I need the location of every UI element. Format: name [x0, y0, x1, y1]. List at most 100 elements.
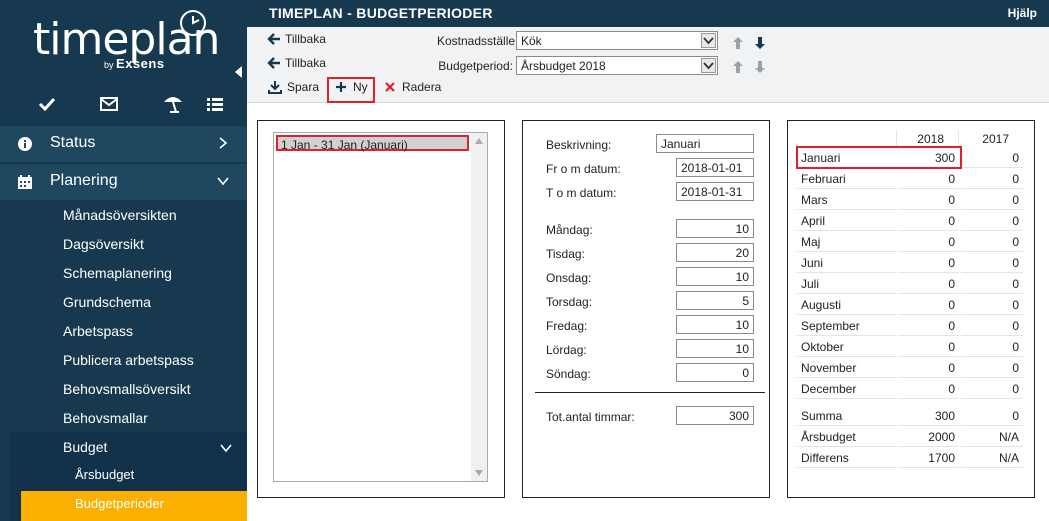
download-icon: [268, 81, 282, 94]
from-date-input[interactable]: 2018-01-01: [676, 158, 754, 177]
day-label: Söndag:: [546, 367, 591, 381]
new-button[interactable]: Ny: [333, 80, 368, 94]
table-row: September 0 0: [797, 317, 1023, 336]
list-icon[interactable]: [203, 92, 227, 116]
period-form-panel: Beskrivning: Januari Fr o m datum: 2018-…: [522, 120, 770, 498]
summary-row: Differens 1700 N/A: [797, 449, 1023, 468]
table-row: Juni 0 0: [797, 254, 1023, 273]
column-header-2018: 2018: [899, 130, 959, 147]
description-input[interactable]: Januari: [656, 134, 754, 153]
divider: [535, 392, 765, 393]
table-row: Augusti 0 0: [797, 296, 1023, 315]
day-label: Fredag:: [546, 319, 588, 333]
sidebar-subitem-budget[interactable]: Budget: [63, 439, 107, 455]
sidebar-subitem-behovsmallsoversikt[interactable]: Behovsmallsöversikt: [63, 381, 191, 397]
months-table-panel: 2018 2017 Januari 300 0 Februari 0 0 Mars 0 0 …: [787, 120, 1035, 498]
page-title: TIMEPLAN - BUDGETPERIODER: [269, 5, 493, 21]
table-row: Mars 0 0: [797, 191, 1023, 210]
top-bar: TIMEPLAN - BUDGETPERIODER Hjälp: [247, 0, 1049, 27]
table-row: Februari 0 0: [797, 170, 1023, 189]
period-list[interactable]: 1 Jan - 31 Jan (Januari): [273, 132, 488, 482]
sidebar-subitem-arsbudget[interactable]: Årsbudget: [75, 467, 134, 482]
chevron-down-icon: [703, 62, 714, 70]
arrow-up-icon[interactable]: [732, 60, 744, 74]
save-button[interactable]: Spara: [267, 80, 319, 94]
table-row: December 0 0: [797, 380, 1023, 399]
arrow-up-icon[interactable]: [732, 36, 744, 50]
monday-input[interactable]: 10: [676, 219, 754, 238]
day-label: Måndag:: [546, 223, 593, 237]
description-label: Beskrivning:: [546, 138, 612, 152]
cost-center-select[interactable]: Kök: [516, 31, 718, 50]
arrow-down-icon[interactable]: [754, 36, 766, 50]
sidebar-subitem-dagsoversikt[interactable]: Dagsöversikt: [63, 236, 144, 252]
column-header-2017: 2017: [982, 131, 1009, 146]
delete-button[interactable]: Radera: [382, 80, 441, 94]
mail-icon[interactable]: [97, 92, 121, 116]
toolbar: Tillbaka Tillbaka Kostnadsställe: Kök Bu…: [247, 27, 1049, 103]
table-row: Juli 0 0: [797, 275, 1023, 294]
logo-brand: Exsens: [116, 56, 165, 71]
chevron-down-icon: [703, 37, 714, 45]
collapse-sidebar-icon[interactable]: [235, 66, 242, 78]
scroll-down-icon[interactable]: [475, 470, 483, 476]
sidebar-subitem-behovsmallar[interactable]: Behovsmallar: [63, 410, 148, 426]
dropdown-arrow[interactable]: [701, 58, 716, 73]
scrollbar[interactable]: [471, 133, 487, 481]
plus-icon: [336, 82, 346, 92]
sidebar-icon-row: [0, 86, 247, 126]
table-row: Oktober 0 0: [797, 338, 1023, 357]
scroll-up-icon[interactable]: [475, 138, 483, 144]
arrow-left-icon: [267, 57, 280, 69]
budget-period-label: Budgetperiod:: [438, 59, 513, 73]
wednesday-input[interactable]: 10: [676, 267, 754, 286]
table-row: April 0 0: [797, 212, 1023, 231]
logo-sub: by Exsens: [104, 56, 165, 71]
table-header-row: 2018 2017: [797, 130, 1023, 147]
summary-row: Summa 300 0: [797, 407, 1023, 426]
thursday-input[interactable]: 5: [676, 291, 754, 310]
chevron-down-icon: [220, 444, 232, 453]
sidebar: timeplan by Exsens Status Planering Måna…: [0, 0, 247, 521]
sidebar-subitem-manadsoversikten[interactable]: Månadsöversikten: [63, 207, 177, 223]
back-button-1[interactable]: Tillbaka: [267, 32, 326, 46]
sidebar-subitem-grundschema[interactable]: Grundschema: [63, 294, 151, 310]
sidebar-item-planering[interactable]: Planering: [0, 164, 247, 200]
beach-umbrella-icon[interactable]: [161, 92, 185, 116]
day-label: Torsdag:: [546, 295, 593, 309]
arrow-down-icon[interactable]: [754, 60, 766, 74]
friday-input[interactable]: 10: [676, 315, 754, 334]
budget-period-select[interactable]: Årsbudget 2018: [516, 56, 718, 75]
period-list-panel: 1 Jan - 31 Jan (Januari): [257, 120, 505, 498]
arrow-left-icon: [267, 33, 280, 45]
day-label: Onsdag:: [546, 271, 592, 285]
checkmark-icon[interactable]: [35, 92, 59, 116]
sidebar-subitem-schemaplanering[interactable]: Schemaplanering: [63, 265, 172, 281]
january-row-highlight: [796, 146, 962, 169]
sunday-input[interactable]: 0: [676, 363, 754, 382]
table-row: Maj 0 0: [797, 233, 1023, 252]
day-label: Lördag:: [546, 343, 587, 357]
table-row: November 0 0: [797, 359, 1023, 378]
list-item[interactable]: 1 Jan - 31 Jan (Januari): [276, 135, 469, 152]
from-date-label: Fr o m datum:: [546, 162, 621, 176]
sidebar-subitem-arbetspass[interactable]: Arbetspass: [63, 323, 133, 339]
back-button-2[interactable]: Tillbaka: [267, 56, 326, 70]
logo: timeplan by Exsens: [0, 0, 247, 86]
sidebar-subitem-budgetperioder[interactable]: Budgetperioder: [75, 496, 164, 511]
total-hours-input[interactable]: 300: [676, 406, 754, 425]
dropdown-arrow[interactable]: [701, 33, 716, 48]
to-date-label: T o m datum:: [546, 186, 617, 200]
tuesday-input[interactable]: 20: [676, 243, 754, 262]
sidebar-subitem-publicera-arbetspass[interactable]: Publicera arbetspass: [63, 352, 194, 368]
to-date-input[interactable]: 2018-01-31: [676, 182, 754, 201]
help-link[interactable]: Hjälp: [1008, 6, 1037, 20]
chevron-down-icon: [217, 177, 229, 186]
sidebar-item-label: Status: [50, 134, 96, 151]
close-icon: [385, 82, 395, 92]
sidebar-item-label: Planering: [50, 172, 118, 189]
total-hours-label: Tot.antal timmar:: [546, 410, 635, 424]
info-icon: [18, 137, 32, 151]
sidebar-item-status[interactable]: Status: [0, 126, 247, 162]
saturday-input[interactable]: 10: [676, 339, 754, 358]
